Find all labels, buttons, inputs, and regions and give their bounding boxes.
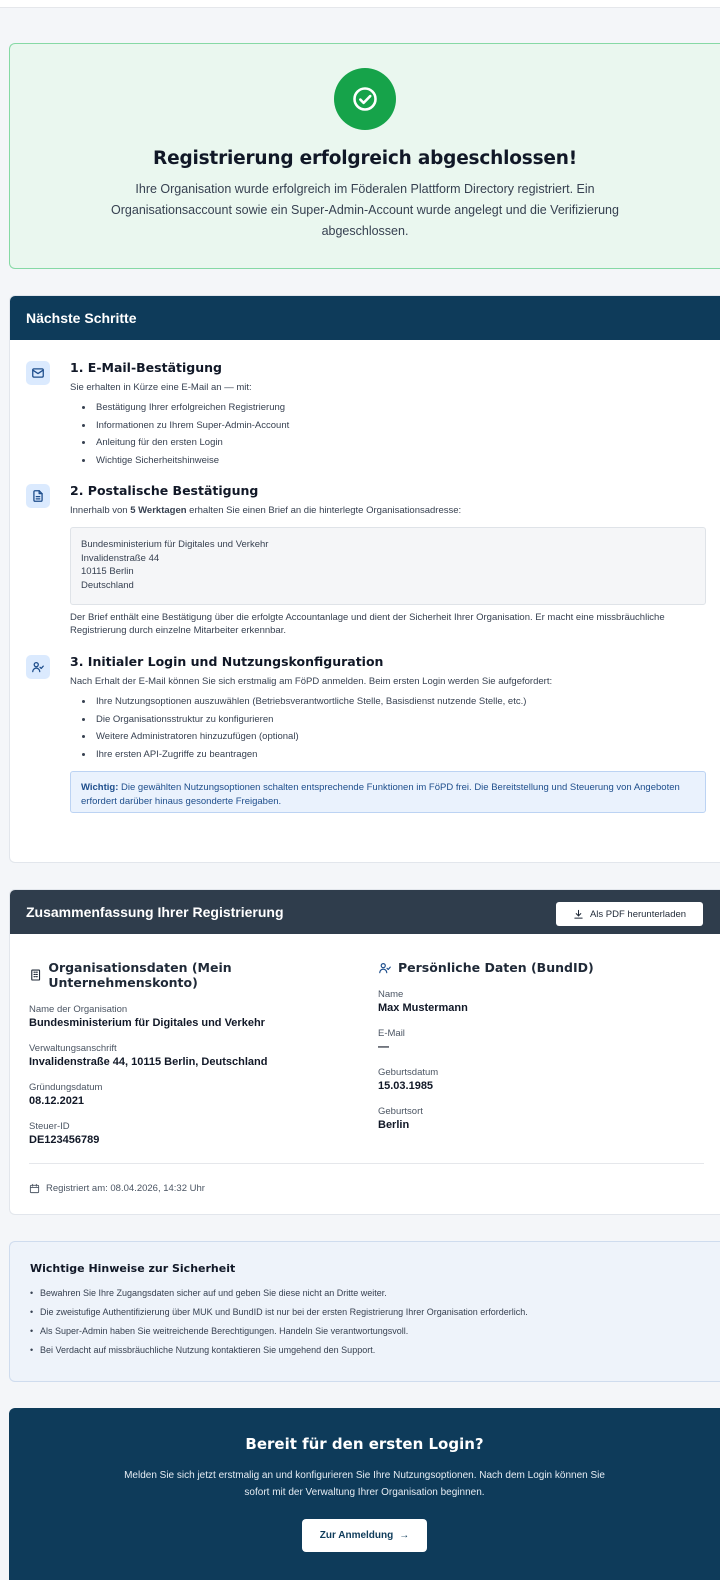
- list-item: Informationen zu Ihrem Super-Admin-Accou…: [82, 417, 720, 435]
- security-list: Bewahren Sie Ihre Zugangsdaten sicher au…: [30, 1284, 720, 1360]
- document-icon: [26, 484, 50, 508]
- person-birthdate-field: Geburtsdatum 15.03.1985: [378, 1067, 439, 1092]
- user-check-icon: [379, 962, 391, 973]
- person-email-field: E-Mail —: [378, 1028, 405, 1053]
- success-banner: Registrierung erfolgreich abgeschlossen!…: [9, 43, 720, 269]
- top-bar: [0, 0, 720, 8]
- summary-card: Zusammenfassung Ihrer Registrierung Als …: [9, 889, 720, 1215]
- list-item: Die Organisationsstruktur zu konfigurier…: [82, 711, 720, 729]
- security-title: Wichtige Hinweise zur Sicherheit: [30, 1262, 236, 1275]
- arrow-right-icon: →: [399, 1530, 410, 1541]
- org-data-column: Organisationsdaten (Mein Unternehmenskon…: [29, 960, 369, 1148]
- personal-data-column: Persönliche Daten (BundID) Name Max Must…: [378, 960, 698, 1133]
- list-item: Als Super-Admin haben Sie weitreichende …: [30, 1322, 720, 1341]
- success-check-icon: [334, 68, 396, 130]
- person-name-field: Name Max Mustermann: [378, 989, 468, 1014]
- login-button[interactable]: Zur Anmeldung →: [301, 1519, 428, 1552]
- cta-title: Bereit für den ersten Login?: [245, 1435, 484, 1453]
- step-postal-title: 2. Postalische Bestätigung: [70, 483, 259, 498]
- org-address-field: Verwaltungsanschrift Invalidenstraße 44,…: [29, 1043, 268, 1068]
- postal-note: Der Brief enthält eine Bestätigung über …: [70, 612, 665, 636]
- download-pdf-button[interactable]: Als PDF herunterladen: [556, 902, 703, 926]
- summary-title: Zusammenfassung Ihrer Registrierung: [26, 904, 284, 920]
- list-item: Ihre ersten API-Zugriffe zu beantragen: [82, 746, 720, 764]
- step-email-title: 1. E-Mail-Bestätigung: [70, 360, 222, 375]
- step-email: 1. E-Mail-Bestätigung Sie erhalten in Kü…: [10, 360, 720, 469]
- personal-data-title: Persönliche Daten (BundID): [378, 960, 698, 975]
- step-postal: 2. Postalische Bestätigung Innerhalb von…: [10, 483, 720, 637]
- step-postal-text: Innerhalb von 5 Werktagen erhalten Sie e…: [70, 505, 462, 516]
- org-taxid-field: Steuer-ID DE123456789: [29, 1121, 100, 1146]
- list-item: Wichtige Sicherheitshinweise: [82, 452, 720, 470]
- login-cta: Bereit für den ersten Login? Melden Sie …: [9, 1408, 720, 1580]
- step-email-list: Bestätigung Ihrer erfolgreichen Registri…: [82, 399, 720, 469]
- step-login: 3. Initialer Login und Nutzungskonfigura…: [10, 654, 720, 813]
- org-data-title: Organisationsdaten (Mein Unternehmenskon…: [29, 960, 369, 990]
- step-login-title: 3. Initialer Login und Nutzungskonfigura…: [70, 654, 384, 669]
- list-item: Bewahren Sie Ihre Zugangsdaten sicher au…: [30, 1284, 720, 1303]
- org-founded-field: Gründungsdatum 08.12.2021: [29, 1082, 103, 1107]
- list-item: Bestätigung Ihrer erfolgreichen Registri…: [82, 399, 720, 417]
- next-steps-header: Nächste Schritte: [10, 296, 720, 340]
- download-icon: [574, 909, 583, 919]
- list-item: Die zweistufige Authentifizierung über M…: [30, 1303, 720, 1322]
- security-notice: Wichtige Hinweise zur Sicherheit Bewahre…: [9, 1241, 720, 1382]
- user-check-icon: [26, 655, 50, 679]
- mail-icon: [26, 361, 50, 385]
- person-birthplace-field: Geburtsort Berlin: [378, 1106, 423, 1131]
- building-icon: [31, 969, 41, 981]
- success-title: Registrierung erfolgreich abgeschlossen!: [153, 148, 577, 169]
- cta-text: Melden Sie sich jetzt erstmalig an und k…: [124, 1470, 605, 1498]
- list-item: Weitere Administratoren hinzuzufügen (op…: [82, 728, 720, 746]
- list-item: Anleitung für den ersten Login: [82, 434, 720, 452]
- summary-header: Zusammenfassung Ihrer Registrierung Als …: [10, 890, 720, 934]
- summary-divider: [29, 1163, 704, 1164]
- important-notice: Wichtig: Die gewählten Nutzungsoptionen …: [70, 771, 706, 813]
- step-email-text: Sie erhalten in Kürze eine E-Mail an — m…: [70, 382, 252, 393]
- list-item: Bei Verdacht auf missbräuchliche Nutzung…: [30, 1341, 720, 1360]
- postal-address-box: Bundesministerium für Digitales und Verk…: [70, 527, 706, 605]
- step-login-text: Nach Erhalt der E-Mail können Sie sich e…: [70, 676, 553, 687]
- org-name-field: Name der Organisation Bundesministerium …: [29, 1004, 265, 1029]
- registered-timestamp: Registriert am: 08.04.2026, 14:32 Uhr: [29, 1183, 205, 1194]
- calendar-icon: [29, 1183, 40, 1194]
- success-text: Ihre Organisation wurde erfolgreich im F…: [111, 182, 619, 238]
- step-login-list: Ihre Nutzungsoptionen auszuwählen (Betri…: [82, 693, 720, 763]
- next-steps-card: Nächste Schritte 1. E-Mail-Bestätigung S…: [9, 295, 720, 863]
- list-item: Ihre Nutzungsoptionen auszuwählen (Betri…: [82, 693, 720, 711]
